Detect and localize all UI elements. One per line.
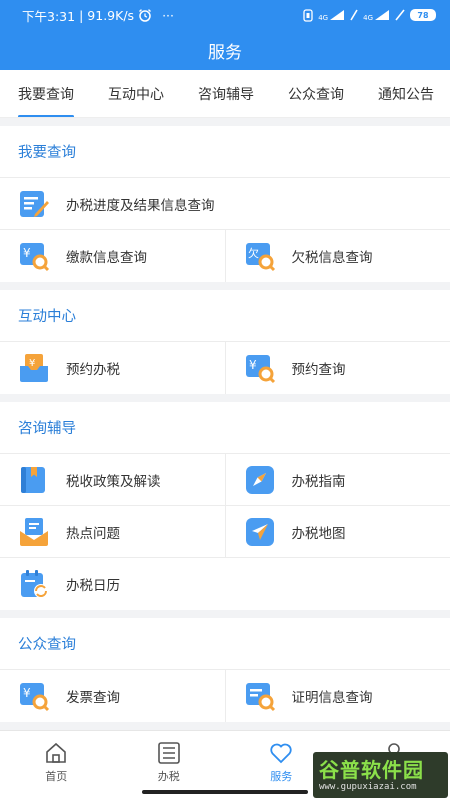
signal-icon-1 — [330, 10, 345, 20]
tab-public[interactable]: 公众查询 — [254, 70, 344, 117]
svg-text:¥: ¥ — [23, 686, 31, 700]
owed-search-icon: 欠 — [245, 243, 275, 272]
section-query: 我要查询 办税进度及结果信息查询 ¥ 缴款信息查询 欠 欠税信息查询 — [0, 126, 450, 282]
page-header: 服务 — [0, 30, 450, 70]
status-time: 下午3:31 — [22, 8, 76, 24]
hot-questions-item[interactable]: 热点问题 — [0, 506, 225, 557]
paper-plane-icon — [245, 517, 274, 546]
tax-calendar-item[interactable]: 办税日历 — [0, 558, 450, 610]
signal-label-2: 4G — [363, 14, 373, 22]
signal-label-1: 4G — [318, 14, 329, 22]
tab-notice[interactable]: 通知公告 — [344, 70, 434, 117]
tax-owed-query-item[interactable]: 欠 欠税信息查询 — [224, 230, 450, 282]
section-interact: 互动中心 ¥ 预约办税 ¥ 预约查询 — [0, 290, 450, 394]
certificate-query-item[interactable]: 证明信息查询 — [224, 670, 450, 722]
appointment-query-item[interactable]: ¥ 预约查询 — [224, 342, 450, 394]
svg-text:¥: ¥ — [249, 358, 257, 372]
watermark-logo: 谷普软件园 www.gupuxiazai.com — [313, 752, 448, 798]
heart-icon — [270, 743, 292, 764]
home-indicator[interactable] — [142, 790, 308, 794]
document-edit-icon — [20, 190, 49, 217]
tab-consult[interactable]: 咨询辅导 — [164, 70, 254, 117]
yen-search-icon: ¥ — [20, 243, 50, 272]
battery-icon: 78 — [410, 9, 436, 21]
section-title: 互动中心 — [0, 290, 450, 342]
signal-slash-icon — [350, 9, 358, 21]
compass-icon — [245, 465, 274, 494]
tray-yen-icon: ¥ — [20, 354, 48, 382]
list-icon — [157, 742, 180, 764]
nav-home[interactable]: 首页 — [0, 731, 113, 800]
section-title: 我要查询 — [0, 126, 450, 178]
invoice-query-item[interactable]: ¥ 发票查询 — [0, 670, 225, 722]
tax-policy-item[interactable]: 税收政策及解读 — [0, 454, 225, 505]
tax-progress-query-item[interactable]: 办税进度及结果信息查询 — [0, 178, 450, 229]
category-tabs: 我要查询 互动中心 咨询辅导 公众查询 通知公告 — [0, 70, 450, 118]
alarm-icon — [139, 9, 152, 22]
tab-query[interactable]: 我要查询 — [0, 70, 74, 117]
calendar-refresh-icon — [21, 570, 48, 598]
section-public: 公众查询 ¥ 发票查询 证明信息查询 — [0, 618, 450, 722]
mail-open-icon — [20, 517, 48, 546]
yen-search-icon: ¥ — [245, 355, 275, 384]
section-title: 公众查询 — [0, 618, 450, 670]
signal-icon-2 — [375, 10, 389, 20]
svg-text:欠: 欠 — [248, 246, 259, 260]
tax-guide-item[interactable]: 办税指南 — [224, 454, 450, 505]
network-speed: 91.9K/s — [87, 7, 135, 23]
payment-info-query-item[interactable]: ¥ 缴款信息查询 — [0, 230, 225, 282]
appointment-item[interactable]: ¥ 预约办税 — [0, 342, 225, 394]
page-title: 服务 — [208, 42, 242, 63]
more-notifications: ··· — [162, 7, 174, 23]
tax-map-item[interactable]: 办税地图 — [224, 506, 450, 557]
vibrate-icon — [303, 8, 313, 22]
book-icon — [21, 466, 45, 493]
tab-interact[interactable]: 互动中心 — [74, 70, 164, 117]
svg-text:¥: ¥ — [29, 358, 35, 369]
service-list: 我要查询 办税进度及结果信息查询 ¥ 缴款信息查询 欠 欠税信息查询 互动中心 … — [0, 118, 450, 730]
home-icon — [46, 742, 67, 763]
yen-search-icon: ¥ — [20, 683, 50, 712]
watermark-url: www.gupuxiazai.com — [319, 782, 417, 792]
document-search-icon — [245, 683, 275, 712]
svg-text:¥: ¥ — [23, 246, 31, 260]
status-bar: 下午3:31 | 91.9K/s ··· 4G 4G 78 — [0, 0, 450, 30]
section-title: 咨询辅导 — [0, 402, 450, 454]
section-consult: 咨询辅导 税收政策及解读 办税指南 热点问题 办税地图 办税日历 — [0, 402, 450, 610]
watermark-brand: 谷普软件园 — [319, 758, 424, 782]
wifi-icon — [395, 9, 405, 21]
